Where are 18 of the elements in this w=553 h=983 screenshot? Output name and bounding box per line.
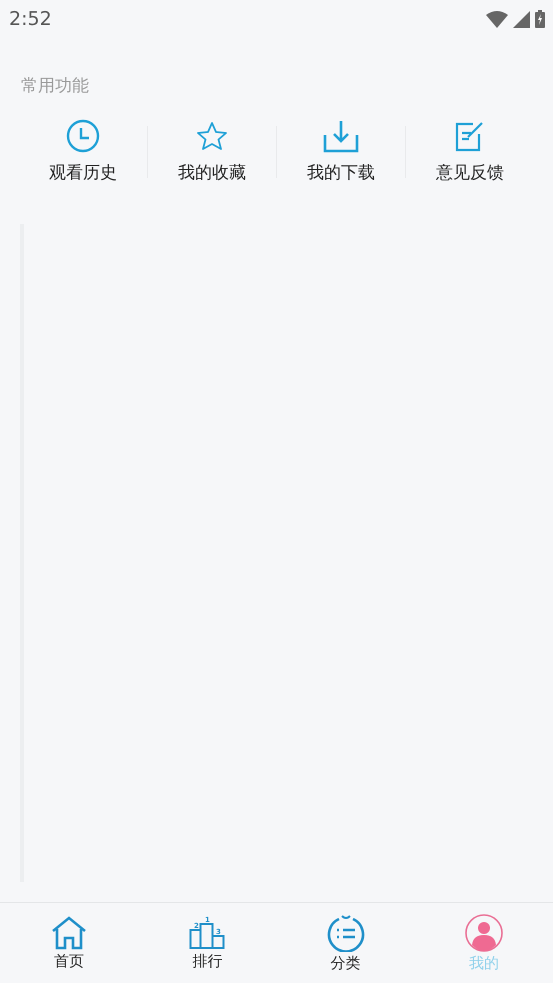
signal-icon	[513, 10, 530, 28]
feature-item[interactable]: 意见反馈	[406, 119, 534, 184]
star-icon	[196, 119, 228, 153]
download-icon	[323, 119, 359, 153]
section-title: 常用功能	[21, 75, 90, 97]
tab[interactable]: 分类	[276, 903, 415, 983]
feature-item[interactable]: 观看历史	[19, 119, 147, 184]
battery-icon	[535, 10, 545, 28]
status-time: 2:52	[9, 8, 52, 30]
clock-icon	[66, 119, 100, 153]
feature-item[interactable]: 我的下载	[277, 119, 405, 184]
wifi-icon	[486, 10, 508, 28]
list-icon	[326, 914, 365, 952]
feature-item[interactable]: 我的收藏	[148, 119, 276, 184]
avatar-icon	[464, 914, 503, 952]
tab[interactable]: 首页	[0, 903, 138, 983]
home-icon	[51, 916, 88, 950]
edit-note-icon	[455, 119, 485, 153]
